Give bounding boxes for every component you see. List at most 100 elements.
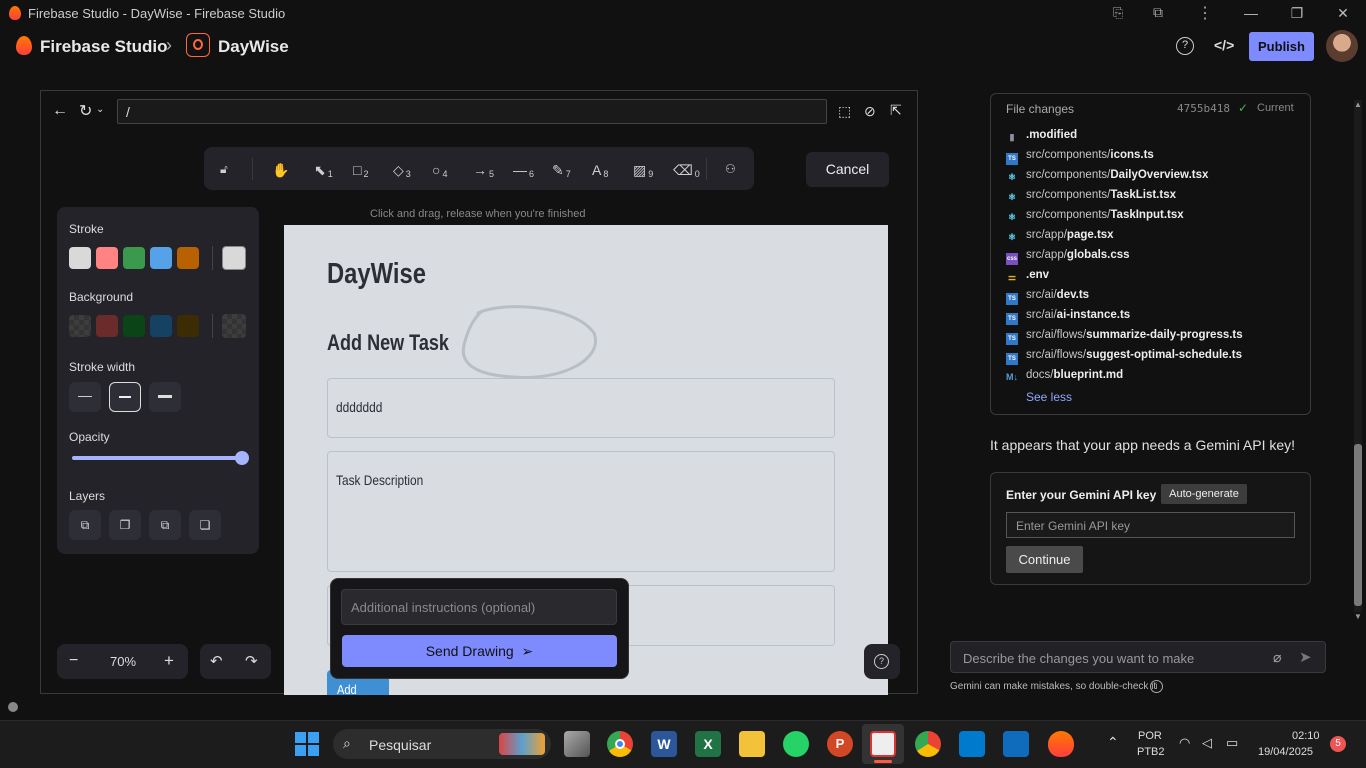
lock-icon[interactable]: 🔓︎ bbox=[220, 162, 228, 177]
bring-to-front-icon[interactable]: ❏ bbox=[189, 510, 221, 540]
user-avatar[interactable] bbox=[1326, 30, 1358, 62]
whatsapp-icon[interactable] bbox=[783, 731, 809, 757]
task-view-icon[interactable] bbox=[564, 731, 590, 757]
translate-icon[interactable]: ⎘ bbox=[1113, 5, 1123, 21]
redo-icon[interactable]: ↷ bbox=[245, 652, 258, 670]
language-code[interactable]: POR bbox=[1138, 730, 1162, 742]
image-icon[interactable]: ▨ 9 bbox=[633, 162, 653, 179]
background-color-swatch[interactable] bbox=[150, 315, 172, 337]
chevron-down-icon[interactable]: ⌄ bbox=[96, 104, 104, 115]
send-drawing-button[interactable]: Send Drawing ➢ bbox=[342, 635, 617, 667]
help-button[interactable]: ? bbox=[864, 644, 900, 679]
send-to-back-icon[interactable]: ⧉ bbox=[69, 510, 101, 540]
hand-icon[interactable]: ✋ bbox=[272, 162, 289, 179]
select-icon[interactable]: ⬉ 1 bbox=[314, 162, 333, 179]
gemini-api-key-input[interactable]: Enter Gemini API key bbox=[1006, 512, 1295, 538]
scroll-down-icon[interactable]: ▼ bbox=[1354, 612, 1362, 621]
keyboard-layout[interactable]: PTB2 bbox=[1137, 746, 1165, 758]
file-change-item[interactable]: ▮ .modified bbox=[1006, 129, 1078, 149]
info-icon[interactable]: i bbox=[1150, 680, 1163, 693]
file-change-item[interactable]: ⚛ src/components/TaskList.tsx bbox=[1006, 189, 1176, 209]
project-name[interactable]: DayWise bbox=[218, 37, 289, 57]
background-color-swatch[interactable] bbox=[69, 315, 91, 337]
stroke-color-swatch[interactable] bbox=[96, 247, 118, 269]
zoom-level[interactable]: 70% bbox=[110, 654, 136, 669]
file-change-item[interactable]: css src/app/globals.css bbox=[1006, 249, 1130, 269]
additional-instructions-input[interactable]: Additional instructions (optional) bbox=[341, 589, 617, 625]
tray-chevron-up-icon[interactable]: ⌃ bbox=[1107, 734, 1119, 751]
maximize-button[interactable]: ❐ bbox=[1274, 0, 1320, 26]
file-explorer-icon[interactable] bbox=[739, 731, 765, 757]
ellipse-icon[interactable]: ○ 4 bbox=[432, 162, 447, 179]
stroke-selected-swatch[interactable] bbox=[222, 246, 246, 270]
volume-icon[interactable]: ◁ bbox=[1202, 735, 1212, 751]
back-arrow-icon[interactable]: ← bbox=[52, 102, 68, 120]
battery-icon[interactable]: ▭ bbox=[1226, 735, 1238, 751]
file-change-item[interactable]: ⚛ src/components/DailyOverview.tsx bbox=[1006, 169, 1208, 189]
background-color-swatch[interactable] bbox=[123, 315, 145, 337]
close-window-button[interactable]: ✕ bbox=[1320, 0, 1366, 26]
snipping-tool-icon[interactable] bbox=[870, 731, 896, 757]
vscode-icon[interactable] bbox=[959, 731, 985, 757]
more-menu-icon[interactable]: ⋮ bbox=[1197, 3, 1213, 23]
stroke-bold-button[interactable] bbox=[109, 382, 141, 412]
chat-input[interactable]: Describe the changes you want to make bbox=[950, 641, 1326, 673]
attach-icon[interactable]: ⌀ bbox=[1273, 649, 1281, 666]
cancel-button[interactable]: Cancel bbox=[806, 152, 889, 187]
file-change-item[interactable]: TS src/ai/flows/summarize-daily-progress.… bbox=[1006, 329, 1243, 349]
scroll-up-icon[interactable]: ▲ bbox=[1354, 100, 1362, 109]
reload-icon[interactable]: ↻ bbox=[79, 101, 92, 121]
code-view-icon[interactable]: </> bbox=[1214, 37, 1234, 53]
stroke-color-swatch[interactable] bbox=[177, 247, 199, 269]
taskbar-search[interactable]: ⌕ Pesquisar bbox=[333, 729, 551, 759]
rectangle-icon[interactable]: □ 2 bbox=[353, 162, 368, 179]
link-icon[interactable]: ⊘ bbox=[864, 103, 876, 120]
help-icon[interactable]: ? bbox=[1176, 37, 1194, 55]
task-description-textarea[interactable]: Task Description bbox=[327, 451, 835, 572]
clock-date[interactable]: 19/04/2025 bbox=[1258, 746, 1313, 758]
file-change-item[interactable]: TS src/ai/dev.ts bbox=[1006, 289, 1089, 309]
brand-name[interactable]: Firebase Studio bbox=[40, 37, 168, 57]
excel-icon[interactable]: X bbox=[695, 731, 721, 757]
zoom-in-button[interactable]: + bbox=[164, 651, 174, 671]
file-change-item[interactable]: TS src/components/icons.ts bbox=[1006, 149, 1154, 169]
send-backward-icon[interactable]: ❐ bbox=[109, 510, 141, 540]
background-color-swatch[interactable] bbox=[177, 315, 199, 337]
pencil-icon[interactable]: ✎ 7 bbox=[552, 162, 571, 179]
task-name-input[interactable]: ddddddd bbox=[327, 378, 835, 438]
chrome-profile-icon[interactable] bbox=[915, 731, 941, 757]
select-element-icon[interactable]: ⬚ bbox=[838, 103, 851, 120]
opacity-slider[interactable] bbox=[72, 456, 242, 460]
open-external-icon[interactable]: ⇱ bbox=[890, 102, 902, 119]
clock-time[interactable]: 02:10 bbox=[1292, 730, 1320, 742]
notification-badge[interactable]: 5 bbox=[1330, 736, 1346, 752]
drawn-ellipse[interactable] bbox=[454, 303, 604, 388]
file-change-item[interactable]: TS src/ai/flows/suggest-optimal-schedule.… bbox=[1006, 349, 1242, 369]
powerpoint-icon[interactable]: P bbox=[827, 731, 853, 757]
stroke-color-swatch[interactable] bbox=[123, 247, 145, 269]
see-less-link[interactable]: See less bbox=[1026, 390, 1072, 404]
file-change-item[interactable]: M↓ docs/blueprint.md bbox=[1006, 369, 1123, 389]
eraser-icon[interactable]: ⌫ 0 bbox=[673, 162, 700, 179]
stroke-color-swatch[interactable] bbox=[150, 247, 172, 269]
continue-button[interactable]: Continue bbox=[1006, 546, 1083, 573]
undo-icon[interactable]: ↶ bbox=[210, 652, 223, 670]
stroke-color-swatch[interactable] bbox=[69, 247, 91, 269]
opacity-slider-handle[interactable] bbox=[235, 451, 249, 465]
file-change-item[interactable]: TS src/ai/ai-instance.ts bbox=[1006, 309, 1130, 329]
file-change-item[interactable]: ⚛ src/components/TaskInput.tsx bbox=[1006, 209, 1184, 229]
publish-button[interactable]: Publish bbox=[1249, 32, 1314, 61]
app-icon[interactable] bbox=[1003, 731, 1029, 757]
line-icon[interactable]: —6 bbox=[513, 162, 534, 179]
shapes-library-icon[interactable]: ⚇ bbox=[725, 162, 736, 176]
file-change-item[interactable]: ⚛ src/app/page.tsx bbox=[1006, 229, 1114, 249]
extensions-icon[interactable]: ⧉ bbox=[1153, 4, 1163, 21]
text-icon[interactable]: A8 bbox=[592, 162, 608, 179]
arrow-icon[interactable]: → 5 bbox=[473, 162, 494, 179]
url-input[interactable]: / bbox=[117, 99, 827, 124]
firebase-studio-app-icon[interactable] bbox=[1048, 731, 1074, 757]
start-icon[interactable] bbox=[295, 732, 319, 756]
background-color-swatch[interactable] bbox=[96, 315, 118, 337]
background-selected-swatch[interactable] bbox=[222, 314, 246, 338]
word-icon[interactable]: W bbox=[651, 731, 677, 757]
